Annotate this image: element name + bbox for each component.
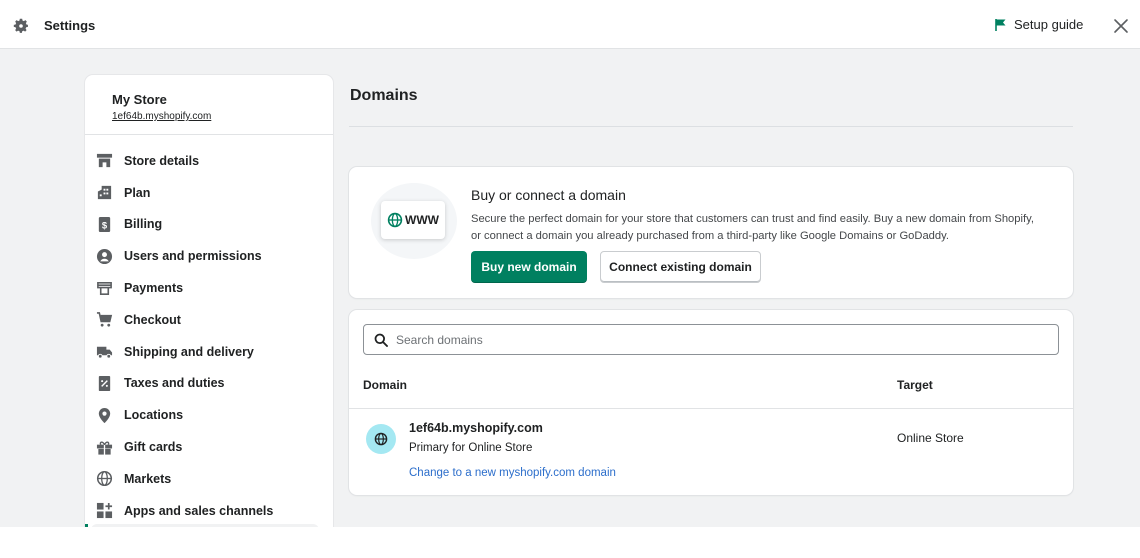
promo-title: Buy or connect a domain	[471, 187, 626, 203]
store-name: My Store	[112, 92, 167, 107]
truck-icon	[95, 343, 113, 361]
domains-heading: Domains	[350, 87, 418, 104]
settings-sidebar: My Store 1ef64b.myshopify.com Store deta…	[85, 75, 333, 527]
buy-connect-domain-card: WWW Buy or connect a domain Secure the p…	[349, 167, 1073, 298]
sidebar-item-label: Apps and sales channels	[124, 503, 274, 518]
globe-icon	[95, 470, 113, 488]
sidebar-item-label: Billing	[124, 217, 163, 232]
tax-icon	[95, 374, 113, 392]
sidebar-item-label: Gift cards	[124, 440, 183, 455]
domain-globe-badge	[366, 424, 396, 454]
connect-existing-domain-button[interactable]: Connect existing domain	[600, 251, 761, 283]
www-illustration: WWW	[381, 201, 445, 239]
sidebar-item-shipping-and-delivery[interactable]: Shipping and delivery	[85, 336, 333, 368]
globe-icon	[374, 432, 388, 446]
sidebar-item-billing[interactable]: $ Billing	[85, 209, 333, 241]
domains-list-card: Domain Target 1ef64b.myshopify.com Prima…	[349, 310, 1073, 495]
cart-icon	[95, 311, 113, 329]
domain-name[interactable]: 1ef64b.myshopify.com	[409, 421, 543, 435]
flag-icon	[995, 18, 1006, 31]
sidebar-item-label: Checkout	[124, 312, 181, 327]
location-pin-icon	[95, 406, 113, 424]
gear-icon	[13, 18, 29, 33]
www-label: WWW	[405, 213, 439, 227]
sidebar-item-apps-and-sales-channels[interactable]: Apps and sales channels	[85, 495, 333, 527]
user-icon	[95, 247, 113, 265]
plan-icon	[95, 184, 113, 202]
globe-icon	[387, 212, 403, 228]
bottom-strip	[0, 527, 1140, 558]
sidebar-item-taxes-and-duties[interactable]: Taxes and duties	[85, 368, 333, 400]
apps-icon	[95, 502, 113, 520]
sidebar-item-payments[interactable]: Payments	[85, 272, 333, 304]
sidebar-item-markets[interactable]: Markets	[85, 463, 333, 495]
buy-new-domain-button[interactable]: Buy new domain	[471, 251, 587, 283]
sidebar-item-gift-cards[interactable]: Gift cards	[85, 431, 333, 463]
sidebar-item-label: Users and permissions	[124, 249, 262, 264]
payments-icon	[95, 279, 113, 297]
sidebar-item-store-details[interactable]: Store details	[85, 145, 333, 177]
sidebar-item-plan[interactable]: Plan	[85, 177, 333, 209]
change-domain-link[interactable]: Change to a new myshopify.com domain	[409, 467, 616, 479]
gift-icon	[95, 438, 113, 456]
sidebar-item-label: Store details	[124, 153, 200, 168]
domain-target: Online Store	[897, 431, 964, 445]
store-icon	[95, 152, 113, 170]
heading-divider	[349, 126, 1073, 127]
settings-stage: My Store 1ef64b.myshopify.com Store deta…	[6, 49, 1134, 527]
sidebar-item-locations[interactable]: Locations	[85, 399, 333, 431]
sidebar-item-label: Taxes and duties	[124, 376, 225, 391]
column-header-domain: Domain	[363, 378, 408, 392]
sidebar-item-label: Locations	[124, 408, 184, 423]
column-header-target: Target	[897, 378, 933, 392]
search-icon	[374, 333, 388, 347]
store-url-link[interactable]: 1ef64b.myshopify.com	[112, 111, 333, 122]
setup-guide-label: Setup guide	[1014, 17, 1084, 32]
sidebar-item-label: Plan	[124, 185, 151, 200]
sidebar-item-users-and-permissions[interactable]: Users and permissions	[85, 240, 333, 272]
search-field[interactable]	[363, 324, 1059, 355]
sidebar-nav-list: Store details Plan $ Billing Users and p…	[85, 135, 333, 527]
table-header-divider	[349, 408, 1073, 409]
svg-text:$: $	[101, 220, 107, 231]
domain-primary-label: Primary for Online Store	[409, 442, 533, 454]
top-bar: Settings Setup guide	[0, 0, 1140, 49]
store-header: My Store 1ef64b.myshopify.com	[85, 75, 333, 135]
billing-icon: $	[95, 215, 113, 233]
sidebar-item-label: Shipping and delivery	[124, 344, 254, 359]
sidebar-item-label: Markets	[124, 471, 172, 486]
close-icon[interactable]	[1112, 17, 1130, 35]
search-input[interactable]	[396, 332, 996, 347]
sidebar-item-checkout[interactable]: Checkout	[85, 304, 333, 336]
promo-description: Secure the perfect domain for your store…	[471, 213, 1034, 242]
page-title: Settings	[44, 18, 96, 33]
setup-guide-button[interactable]: Setup guide	[994, 17, 1083, 32]
sidebar-item-label: Payments	[124, 281, 184, 296]
